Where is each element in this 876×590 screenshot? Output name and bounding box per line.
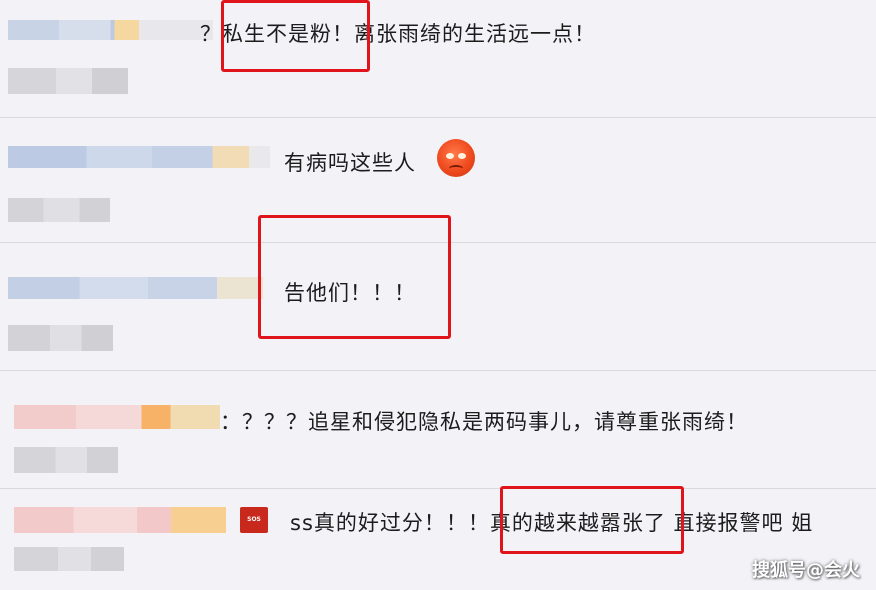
meta-blurred [14, 447, 118, 473]
sos-icon: SOS [240, 507, 268, 533]
comment-row-4: ：？？？追星和侵犯隐私是两码事儿，请尊重张雨绮！ [0, 371, 876, 488]
comment-text: 有病吗这些人 [284, 151, 416, 175]
comment-row-3: 告他们！！！ [0, 215, 876, 370]
comment-text: ：？？？追星和侵犯隐私是两码事儿，请尊重张雨绮！ [220, 410, 748, 434]
username-blurred [14, 405, 220, 429]
meta-blurred [8, 68, 128, 94]
highlight-box [258, 215, 451, 339]
meta-blurred [8, 325, 113, 351]
highlight-box [500, 486, 684, 554]
comment-row-5: SOS ss真的好过分！！！真的越来越嚣张了 直接报警吧 姐 [0, 486, 876, 590]
username-blurred [8, 277, 263, 299]
meta-blurred [8, 198, 110, 222]
username-blurred [8, 146, 270, 168]
username-blurred [8, 20, 213, 40]
username-blurred [14, 507, 226, 533]
highlight-box [221, 0, 370, 72]
comment-row-1: ？私生不是粉！离张雨绮的生活远一点！ [0, 0, 876, 118]
meta-blurred [14, 547, 124, 571]
watermark: 搜狐号@会火 [752, 560, 860, 581]
angry-face-icon [437, 139, 475, 177]
